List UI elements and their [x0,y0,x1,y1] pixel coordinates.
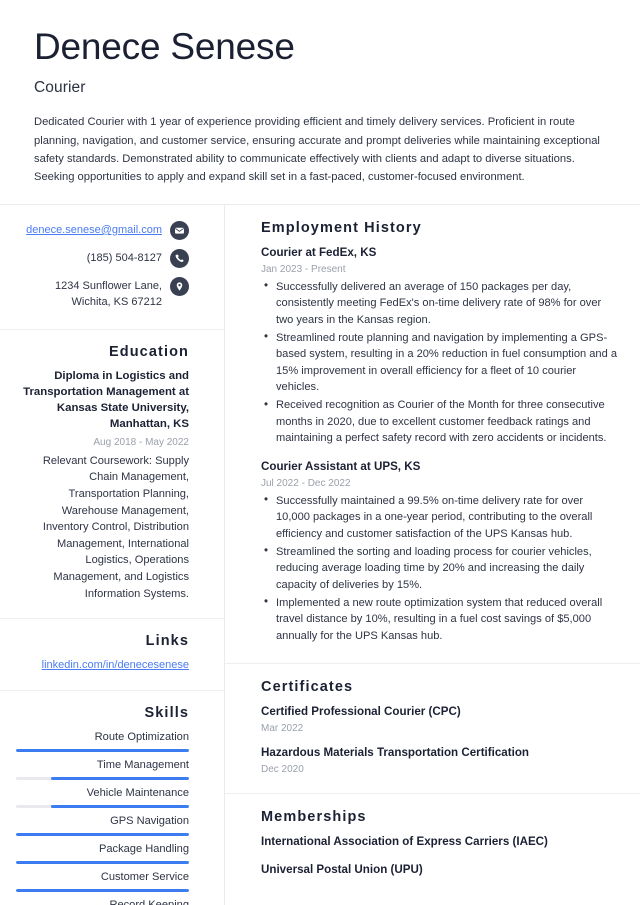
certificate-name: Hazardous Materials Transportation Certi… [261,746,529,760]
memberships-heading: Memberships [261,808,367,825]
job-bullet: Streamlined the sorting and loading proc… [261,543,618,594]
job-entry: Courier Assistant at UPS, KS Jul 2022 - D… [261,459,618,644]
skill-item: Record Keeping [16,897,189,905]
skills-list: Route Optimization Time Management Vehicle… [16,729,189,905]
link-linkedin[interactable]: linkedin.com/in/denecesenese [16,657,189,674]
job-bullet: Streamlined route planning and navigatio… [261,329,618,397]
certificate-date: Mar 2022 [261,723,304,735]
skill-level-fill [16,861,189,865]
skill-level-fill [16,748,189,752]
skill-level-bar [16,748,189,752]
skill-name: GPS Navigation [110,815,189,828]
phone-icon [170,249,189,268]
jobs-list: Courier at FedEx, KS Jan 2023 - Present Su… [261,245,618,644]
job-heading: Courier Assistant at UPS, KS [261,460,421,474]
certificate-entry: Certified Professional Courier (CPC) Mar … [261,704,618,734]
skill-item: Route Optimization [16,729,189,752]
skills-heading: Skills [144,704,189,721]
skill-level-fill [50,777,189,781]
skill-name: Route Optimization [94,730,189,743]
skill-name: Customer Service [100,871,189,884]
skill-item: Vehicle Maintenance [16,785,189,809]
education-degree: Diploma in Logistics and Transportation … [23,369,189,431]
contact-phone[interactable]: (185) 504-8127 [87,249,162,267]
contact-email-row[interactable]: denece.senese@gmail.com [16,221,189,240]
skill-item: Customer Service [16,869,189,893]
links-heading: Links [145,633,189,650]
contact-address[interactable]: 1234 Sunflower Lane, Wichita, KS 67212 [16,277,162,311]
job-bullet-list: Successfully delivered an average of 150… [261,278,618,447]
memberships-section: Memberships International Association of… [225,794,640,896]
links-section: Links linkedin.com/in/denecesenese [0,619,224,691]
job-entry: Courier at FedEx, KS Jan 2023 - Present Su… [261,245,618,447]
skill-name: Record Keeping [16,897,189,905]
job-date-range: Jul 2022 - Dec 2022 [261,477,351,489]
certificates-section: Certificates Certified Professional Cour… [225,664,640,794]
skill-level-bar [16,889,189,893]
skill-name: Vehicle Maintenance [86,787,189,800]
contact-section: denece.senese@gmail.com (185) 504-8127 1… [0,205,224,330]
resume-page: Denece Senese Courier Dedicated Courier … [0,0,640,905]
resume-header: Denece Senese Courier Dedicated Courier … [0,0,640,204]
skill-level-fill [16,833,189,837]
job-bullet-list: Successfully maintained a 99.5% on-time … [261,492,618,645]
education-heading: Education [109,343,189,360]
location-pin-icon [170,277,189,296]
employment-history-heading: Employment History [261,220,422,236]
skill-level-fill [16,889,189,893]
professional-summary: Dedicated Courier with 1 year of experie… [34,116,600,183]
certificate-date: Dec 2020 [261,763,304,775]
job-bullet: Successfully maintained a 99.5% on-time … [261,492,618,543]
skill-item: Package Handling [16,841,189,865]
envelope-icon [170,221,189,240]
memberships-list: International Association of Express Car… [261,834,618,878]
job-title: Courier [34,79,86,97]
main-column: Employment History Courier at FedEx, KS J… [225,205,640,905]
education-entry: Diploma in Logistics and Transportation … [16,368,189,603]
skill-level-bar [16,777,189,781]
skill-item: GPS Navigation [16,813,189,837]
education-description: Relevant Coursework: Supply Chain Manage… [42,454,189,600]
skill-name: Package Handling [98,843,189,856]
skill-level-bar [16,833,189,837]
job-bullet: Received recognition as Courier of the M… [261,397,618,447]
job-heading: Courier at FedEx, KS [261,246,377,259]
contact-address-row[interactable]: 1234 Sunflower Lane, Wichita, KS 67212 [16,277,189,311]
membership-item: International Association of Express Car… [261,834,548,848]
skill-name: Time Management [96,758,189,771]
education-section: Education Diploma in Logistics and Trans… [0,330,224,620]
certificates-heading: Certificates [261,679,354,696]
education-date: Aug 2018 - May 2022 [93,436,189,448]
page-title: Denece Senese [34,26,295,67]
job-date-range: Jan 2023 - Present [261,263,346,275]
skill-level-bar [16,861,189,865]
skills-section: Skills Route Optimization Time Management… [0,691,224,905]
resume-body: denece.senese@gmail.com (185) 504-8127 1… [0,204,640,905]
certificate-entry: Hazardous Materials Transportation Certi… [261,745,618,775]
certificate-name: Certified Professional Courier (CPC) [261,705,461,719]
contact-phone-row[interactable]: (185) 504-8127 [16,249,189,268]
job-bullet: Implemented a new route optimization sys… [261,594,618,645]
sidebar-column: denece.senese@gmail.com (185) 504-8127 1… [0,205,225,905]
skill-level-fill [50,805,189,809]
employment-history-section: Employment History Courier at FedEx, KS J… [225,205,640,665]
certificates-list: Certified Professional Courier (CPC) Mar … [261,704,618,774]
skill-item: Time Management [16,757,189,781]
job-bullet: Successfully delivered an average of 150… [261,278,618,329]
contact-email[interactable]: denece.senese@gmail.com [26,221,162,239]
skill-level-bar [16,805,189,809]
membership-item: Universal Postal Union (UPU) [261,863,423,877]
